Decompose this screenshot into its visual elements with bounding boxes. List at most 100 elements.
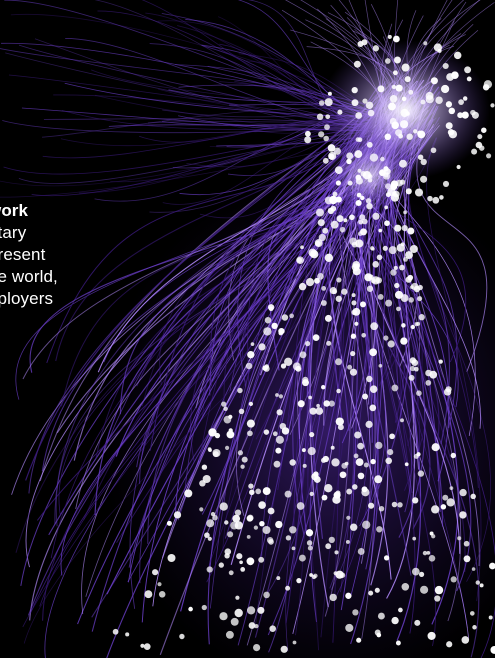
fiber-tip-dot: [355, 112, 363, 119]
fiber-tip-dot: [297, 400, 305, 408]
fiber-tip-dot: [275, 435, 284, 444]
fiber-tip-dot: [313, 573, 318, 579]
fiber-tip-dot: [394, 290, 404, 299]
fiber-tip-dot: [276, 576, 281, 581]
fiber-tip-dot: [357, 137, 363, 142]
fiber-tip-dot: [407, 227, 415, 235]
fiber-tip-dot: [285, 535, 292, 541]
fiber-tip-dot: [442, 494, 449, 501]
fiber-tip-dot: [330, 445, 335, 450]
fiber-tip-dot: [446, 73, 454, 81]
fiber-tip-dot: [357, 548, 365, 555]
fiber-tip-dot: [284, 490, 292, 498]
fiber-tip-dot: [437, 48, 442, 53]
fiber-tip-dot: [464, 66, 472, 74]
fiber-tip-dot: [475, 141, 483, 149]
fiber-tip-dot: [393, 35, 400, 43]
fiber-tip-dot: [321, 494, 328, 501]
fiber-tip-dot: [438, 359, 443, 364]
fiber-tip-dot: [331, 195, 336, 200]
fiber-tip-dot: [278, 394, 283, 399]
fiber-tip-dot: [330, 205, 337, 212]
fiber-tip-dot: [240, 464, 245, 469]
fiber-tip-dot: [428, 555, 436, 562]
fiber-tip-dot: [447, 129, 455, 136]
fiber-tip-dot: [355, 458, 364, 466]
fiber-tip-dot: [324, 196, 333, 205]
fiber-tip-dot: [363, 462, 369, 468]
fiber-tip-dot: [341, 288, 348, 295]
fiber-tip-dot: [237, 387, 243, 394]
fiber-tip-dot: [339, 226, 346, 233]
fiber-tip-dot: [272, 431, 278, 437]
fiber-tip-dot: [371, 247, 375, 251]
fiber-tip-dot: [345, 623, 354, 632]
fiber-tip-dot: [435, 96, 443, 104]
fiber-tip-dot: [315, 208, 325, 217]
fiber-tip-dot: [391, 84, 397, 90]
fiber-tip-dot: [331, 458, 340, 467]
fiber-tip-dot: [457, 112, 464, 119]
fiber-tip-dot: [483, 80, 493, 89]
fiber-tip-dot: [387, 340, 395, 348]
fiber-tip-dot: [352, 609, 359, 616]
fiber-tip-dot: [327, 91, 332, 96]
fiber-tip-dot: [271, 322, 278, 330]
fiber-tip-dot: [266, 536, 274, 544]
fiber-tip-dot: [397, 502, 403, 508]
fiber-tip-dot: [296, 577, 302, 584]
fiber-tip-dot: [335, 358, 342, 366]
fiber-tip-dot: [449, 486, 454, 490]
fiber-tip-dot: [375, 441, 383, 450]
fiber-tip-dot: [255, 488, 262, 495]
fiber-tip-dot: [344, 461, 349, 466]
fiber-tip-dot: [385, 457, 393, 465]
fiber-tip-dot: [411, 282, 419, 291]
fiber-tip-dot: [307, 447, 316, 456]
fiber-tip-dot: [267, 507, 275, 515]
fiber-tip-dot: [410, 324, 415, 330]
fiber-tip-dot: [273, 460, 281, 468]
fiber-tip-dot: [300, 245, 304, 250]
fiber-tip-dot: [320, 300, 327, 306]
fiber-tip-dot: [366, 141, 373, 148]
fiber-tip-dot: [360, 170, 367, 177]
fiber-tip-dot: [446, 641, 453, 648]
fiber-tip-dot: [376, 526, 383, 533]
fiber-tip-dot: [323, 135, 329, 142]
fiber-optic-artwork: [0, 0, 495, 658]
fiber-tip-dot: [321, 385, 326, 390]
fiber-tip-dot: [407, 274, 414, 281]
fiber-tip-dot: [450, 576, 457, 583]
fiber-tip-dot: [245, 362, 253, 370]
fiber-tip-dot: [357, 442, 364, 450]
fiber-tip-dot: [466, 76, 472, 82]
fiber-tip-dot: [346, 488, 353, 495]
fiber-tip-dot: [275, 447, 282, 454]
caption-line-3: he world,: [0, 267, 58, 286]
fiber-tip-dot: [276, 409, 283, 416]
fiber-tip-dot: [335, 180, 342, 186]
fiber-tip-dot: [144, 590, 153, 599]
fiber-tip-dot: [429, 370, 438, 379]
fiber-tip-dot: [450, 452, 457, 459]
caption-line-1: ntary: [0, 223, 27, 242]
fiber-tip-dot: [208, 428, 217, 437]
poster-panel: work ntary present he world, nployers: [0, 0, 495, 658]
fiber-tip-dot: [369, 385, 378, 393]
fiber-tip-dot: [247, 606, 256, 615]
fiber-tip-dot: [140, 643, 145, 648]
fiber-tip-dot: [490, 645, 495, 654]
fiber-tip-dot: [401, 225, 408, 232]
fiber-tip-dot: [366, 202, 373, 210]
fiber-tip-dot: [246, 419, 255, 428]
fiber-tip-dot: [440, 84, 450, 94]
fiber-tip-dot: [414, 188, 424, 197]
fiber-tip-dot: [268, 306, 274, 312]
fiber-tip-dot: [301, 448, 306, 453]
fiber-tip-dot: [408, 89, 414, 95]
fiber-tip-dot: [332, 289, 338, 295]
fiber-tip-dot: [445, 101, 453, 108]
fiber-tip-dot: [416, 452, 421, 457]
fiber-tip-dot: [425, 95, 434, 104]
